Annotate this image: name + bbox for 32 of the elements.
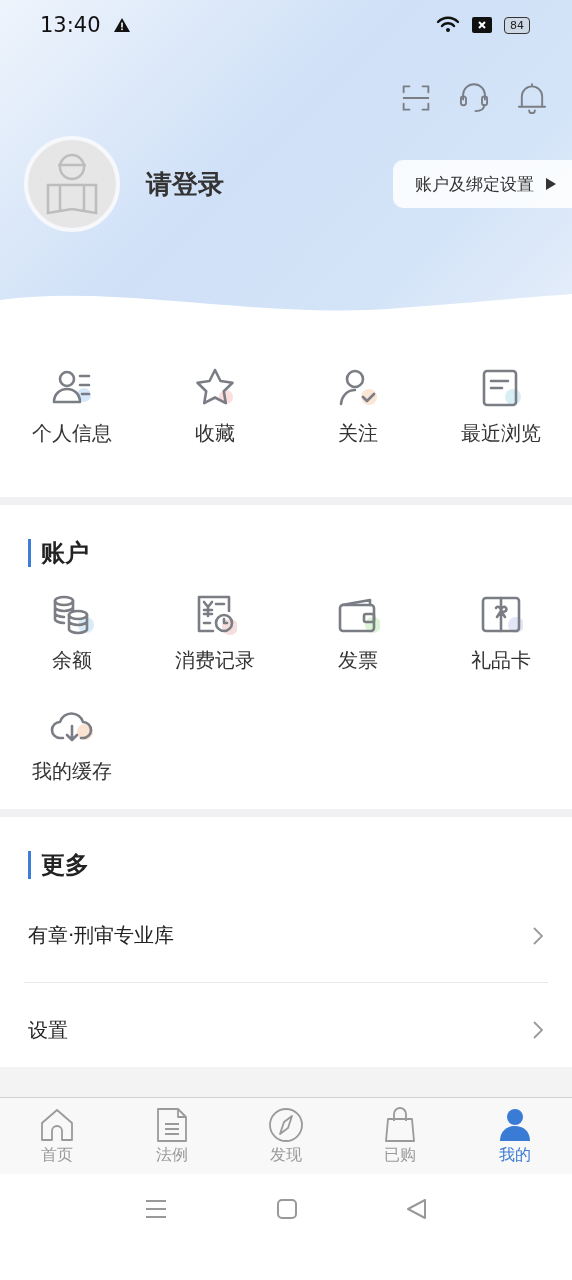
back-icon[interactable] (407, 1199, 427, 1219)
headset-icon (458, 82, 490, 114)
menu-row[interactable]: 设置 (24, 983, 548, 1077)
play-arrow-icon (546, 178, 556, 190)
quick-action[interactable]: 关注 (286, 366, 429, 447)
bell-icon (516, 82, 548, 114)
sim-off-icon (472, 17, 492, 33)
account-settings-button[interactable]: 账户及绑定设置 (393, 160, 572, 208)
clock: 13:40 (40, 13, 101, 37)
tab[interactable]: 我的 (457, 1098, 572, 1174)
section-title: 账户 (41, 538, 89, 569)
quick-action[interactable]: 最近浏览 (429, 366, 572, 447)
chevron-right-icon (532, 925, 544, 946)
account-item[interactable]: 发票 (286, 593, 429, 674)
quick-action[interactable]: 收藏 (143, 366, 286, 447)
home-icon (39, 1106, 76, 1143)
home-button-icon[interactable] (277, 1199, 297, 1219)
chevron-right-icon (532, 1020, 544, 1040)
scan-icon (400, 82, 432, 114)
account-item[interactable]: 礼品卡 (429, 593, 572, 674)
account-item[interactable]: 余额 (0, 593, 143, 674)
menu-icon[interactable] (145, 1199, 167, 1219)
warning-icon (112, 17, 131, 33)
menu-row[interactable]: 有章·刑审专业库 (24, 889, 548, 983)
compass-icon (268, 1106, 304, 1143)
account-item[interactable]: 消费记录 (143, 593, 286, 674)
wifi-icon (436, 16, 460, 34)
battery-level: 84 (504, 16, 530, 34)
login-prompt[interactable]: 请登录 (146, 166, 224, 202)
quick-action[interactable]: 个人信息 (0, 366, 143, 447)
section-title: 更多 (41, 850, 89, 881)
account-item[interactable]: 我的缓存 (0, 704, 143, 785)
